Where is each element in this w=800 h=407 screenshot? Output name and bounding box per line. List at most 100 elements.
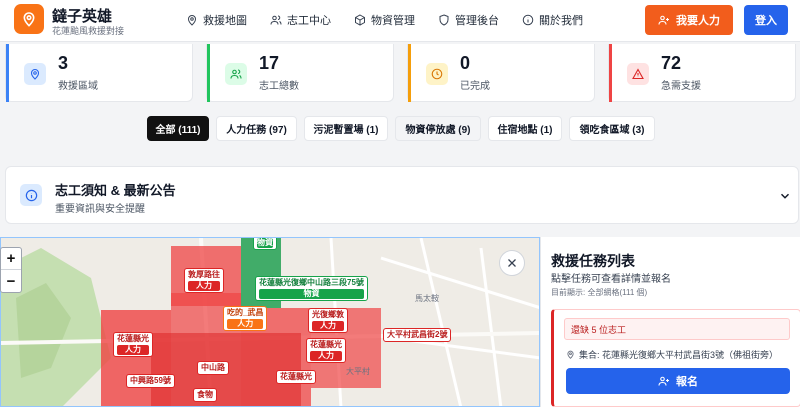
stat-label: 志工總數 (259, 81, 299, 92)
stat-card-completed: 0 已完成 (407, 44, 595, 102)
shield-icon (439, 14, 449, 26)
stat-value: 3 (58, 53, 69, 73)
stat-card-rescue-areas: 3 救援區域 (5, 44, 193, 102)
stat-accent-bar (207, 44, 210, 102)
map-marker[interactable]: 花蓮縣光 人力 (113, 332, 153, 357)
marker-tag: 人力 (117, 345, 149, 355)
map-marker[interactable]: 中山路 (197, 361, 229, 375)
top-header: 鐽子英雄 花蓮颱風救援對接 救援地圖 志工中心 物資管理 管理後台 關於我們 我… (0, 0, 800, 42)
stat-value: 72 (661, 53, 682, 73)
map-marker[interactable]: 中興路59號 (126, 374, 175, 388)
map-pin-icon (567, 350, 574, 359)
marker-text: 花蓮縣光 (310, 340, 342, 349)
street-label: 大平村 (346, 367, 370, 376)
filter-sludge[interactable]: 污泥暫置場 (1) (304, 116, 388, 141)
panel-showing-count: 目前顯示: 全部網格(111 個) (551, 288, 648, 297)
marker-tag: 人力 (312, 321, 344, 331)
street-label: 馬太鞍 (415, 294, 439, 303)
filter-lodging[interactable]: 住宿地點 (1) (488, 116, 562, 141)
logo[interactable] (14, 4, 44, 34)
stat-label: 急需支援 (661, 81, 701, 92)
filter-food[interactable]: 領吃食區域 (3) (569, 116, 655, 141)
marker-text: 大平村武昌街2號 (387, 330, 448, 339)
nav-rescue-map[interactable]: 救援地圖 (186, 12, 247, 28)
map-marker[interactable]: 花蓮縣光復鄉中山路三段75號 物資 (255, 276, 368, 301)
marker-tag: 人力 (227, 319, 264, 329)
box-icon (355, 14, 365, 26)
notice-subtitle: 重要資訊與安全提醒 (55, 204, 145, 215)
map-close-button[interactable] (499, 250, 525, 276)
stat-accent-bar (609, 44, 612, 102)
marker-tag: 物資 (259, 289, 364, 299)
volunteer-notice[interactable]: 志工須知 & 最新公告 重要資訊與安全提醒 (5, 166, 799, 224)
stat-icon-box (627, 63, 649, 85)
marker-text: 花蓮縣光復鄉中山路三段75號 (259, 278, 364, 287)
map-pin-icon (23, 12, 35, 27)
panel-subtitle: 點擊任務可查看詳情並報名 (551, 274, 671, 285)
alert-icon (632, 68, 644, 80)
zoom-out-button[interactable]: − (1, 270, 21, 292)
stat-value: 0 (460, 53, 471, 73)
zoom-in-button[interactable]: + (1, 248, 21, 270)
stat-accent-bar (6, 44, 9, 102)
map-marker[interactable]: 物資 (253, 238, 277, 250)
marker-tag: 人力 (310, 351, 342, 361)
rescue-map[interactable]: 馬太鞍 大平村 物資 敦厚路往 人力 花蓮縣光復鄉中山路三段75號 物資 吃的_武昌… (0, 237, 540, 407)
map-pin-icon (187, 15, 197, 26)
map-pin-icon (30, 68, 40, 80)
map-marker[interactable]: 光復鄉敦 人力 (308, 308, 348, 333)
stat-icon-box (24, 63, 46, 85)
map-marker[interactable]: 花蓮縣光 人力 (306, 338, 346, 363)
app-subtitle: 花蓮颱風救援對接 (52, 26, 125, 36)
map-background (1, 238, 539, 406)
info-icon (522, 14, 534, 26)
signup-label: 報名 (676, 376, 698, 388)
nav-about[interactable]: 關於我們 (522, 12, 583, 28)
notice-icon-box (20, 184, 42, 206)
panel-title: 救援任務列表 (551, 253, 635, 269)
nav-label: 志工中心 (287, 15, 331, 27)
map-marker[interactable]: 吃的_武昌 人力 (223, 306, 268, 331)
login-button[interactable]: 登入 (744, 5, 788, 35)
nav-label: 關於我們 (539, 15, 583, 27)
stat-value: 17 (259, 53, 280, 73)
nav-volunteer-center[interactable]: 志工中心 (270, 12, 331, 28)
nav-admin[interactable]: 管理後台 (438, 12, 499, 28)
filter-manpower[interactable]: 人力任務 (97) (216, 116, 297, 141)
map-zoom-control: + − (0, 247, 22, 293)
marker-text: 中興路59號 (130, 376, 171, 385)
request-help-label: 我要人力 (676, 15, 720, 27)
marker-text: 花蓮縣光 (117, 334, 149, 343)
marker-text: 食物 (197, 390, 213, 399)
task-card[interactable]: 還缺 5 位志工 集合: 花蓮縣光復鄉大平村武昌街3號（佛祖街旁） 報名 (551, 309, 800, 407)
marker-tag: 人力 (188, 281, 220, 291)
map-marker[interactable]: 敦厚路往 人力 (184, 268, 224, 293)
users-icon (270, 15, 282, 25)
clock-icon (431, 68, 443, 80)
chevron-down-icon[interactable] (778, 189, 792, 203)
request-help-button[interactable]: 我要人力 (645, 5, 733, 35)
nav-supplies[interactable]: 物資管理 (354, 12, 415, 28)
map-marker[interactable]: 花蓮縣光 (276, 370, 316, 384)
marker-text: 花蓮縣光 (280, 372, 312, 381)
filter-supply-storage[interactable]: 物資停放處 (9) (395, 116, 481, 141)
info-icon (25, 189, 37, 201)
stat-icon-box (225, 63, 247, 85)
marker-text: 光復鄉敦 (312, 310, 344, 319)
stat-accent-bar (408, 44, 411, 102)
stat-label: 已完成 (460, 81, 490, 92)
stat-label: 救援區域 (58, 81, 98, 92)
map-marker[interactable]: 食物 (193, 388, 217, 402)
map-marker[interactable]: 大平村武昌街2號 (383, 328, 452, 342)
signup-button[interactable]: 報名 (566, 368, 790, 394)
nav-label: 物資管理 (371, 15, 415, 27)
task-list-panel: 救援任務列表 點擊任務可查看詳情並報名 目前顯示: 全部網格(111 個) 還缺… (540, 237, 800, 407)
volunteer-need-badge: 還缺 5 位志工 (564, 318, 790, 340)
filter-all[interactable]: 全部 (111) (147, 116, 209, 141)
task-location-text: 集合: 花蓮縣光復鄉大平村武昌街3號（佛祖街旁） (579, 350, 779, 360)
close-icon (508, 259, 516, 267)
nav-label: 管理後台 (455, 15, 499, 27)
stat-icon-box (426, 63, 448, 85)
app-title: 鐽子英雄 (52, 8, 113, 25)
users-icon (230, 69, 242, 79)
